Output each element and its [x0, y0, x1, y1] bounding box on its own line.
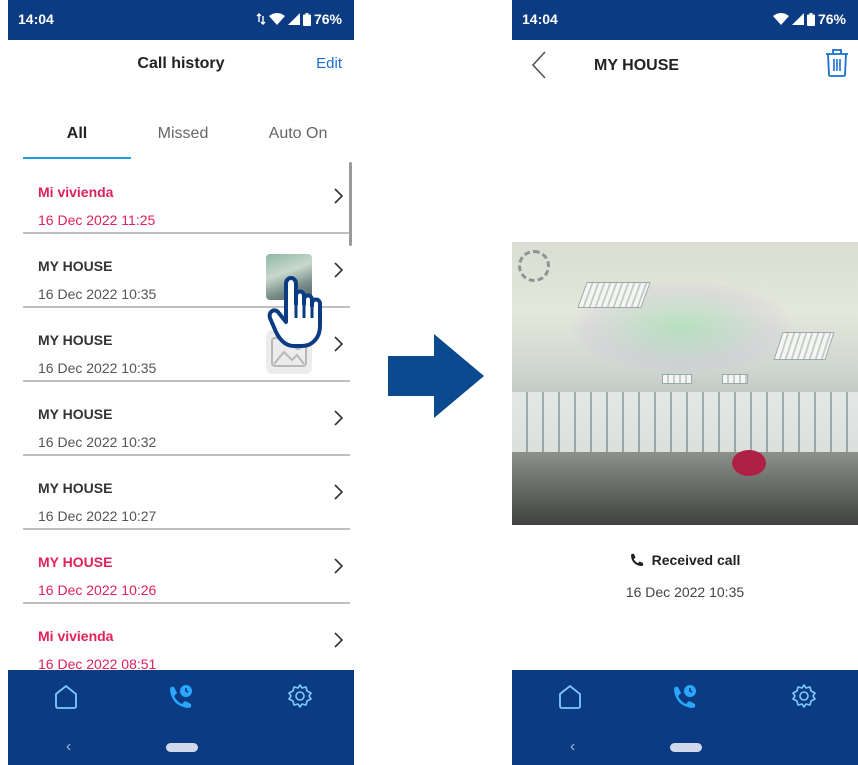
status-icons: 76% — [256, 11, 342, 27]
tab-all[interactable]: All — [23, 125, 131, 143]
wifi-icon — [772, 12, 789, 25]
floor — [512, 452, 858, 525]
bottom-nav — [8, 670, 354, 730]
call-type: Received call — [630, 552, 741, 568]
system-back-icon[interactable]: ‹ — [570, 738, 575, 756]
call-date: 16 Dec 2022 10:27 — [38, 508, 157, 524]
chevron-right-icon — [334, 632, 344, 648]
flowers — [732, 450, 766, 476]
chevron-right-icon — [334, 484, 344, 500]
settings-icon[interactable] — [792, 684, 816, 708]
call-date: 16 Dec 2022 10:35 — [38, 286, 157, 302]
list-item[interactable]: MY HOUSE 16 Dec 2022 10:32 — [8, 382, 354, 456]
home-icon[interactable] — [54, 684, 78, 710]
back-icon[interactable] — [530, 50, 548, 80]
call-date: 16 Dec 2022 10:35 — [625, 584, 745, 600]
list-item[interactable]: Mi vivienda 16 Dec 2022 11:25 — [8, 160, 354, 234]
scrollbar[interactable] — [349, 162, 352, 246]
video-snapshot — [512, 242, 858, 525]
call-history-icon[interactable] — [166, 684, 194, 710]
signal-icon — [791, 13, 804, 25]
call-date: 16 Dec 2022 10:35 — [38, 360, 157, 376]
call-name: MY HOUSE — [38, 480, 113, 496]
call-history-icon[interactable] — [670, 684, 698, 710]
wifi-icon — [268, 12, 285, 25]
call-detail-screen: 14:04 76% MY HOUSE Received call 16 Dec … — [512, 0, 858, 765]
list-item[interactable]: Mi vivienda 16 Dec 2022 08:51 — [8, 604, 354, 670]
page-title: MY HOUSE — [594, 57, 680, 74]
system-nav-bar: ‹ — [512, 730, 858, 765]
call-list: Mi vivienda 16 Dec 2022 11:25 MY HOUSE 1… — [8, 160, 354, 670]
call-type-label: Received call — [651, 552, 741, 568]
battery-percent: 76% — [817, 11, 846, 27]
system-nav-bar: ‹ — [8, 730, 354, 765]
call-date: 16 Dec 2022 10:32 — [38, 434, 157, 450]
list-item[interactable]: MY HOUSE 16 Dec 2022 10:26 — [8, 530, 354, 604]
transition-arrow-icon — [388, 334, 484, 418]
phone-icon — [630, 553, 643, 566]
call-name: Mi vivienda — [38, 184, 114, 200]
battery-percent: 76% — [313, 11, 342, 27]
trash-icon[interactable] — [824, 48, 850, 78]
list-item[interactable]: MY HOUSE 16 Dec 2022 10:27 — [8, 456, 354, 530]
chevron-right-icon — [334, 188, 344, 204]
call-date: 16 Dec 2022 10:26 — [38, 582, 157, 598]
system-home-pill[interactable] — [670, 743, 702, 752]
call-name: MY HOUSE — [38, 554, 113, 570]
ceiling-light — [722, 374, 748, 384]
bottom-nav — [512, 670, 858, 730]
window-band — [512, 392, 858, 452]
chevron-right-icon — [334, 410, 344, 426]
chevron-right-icon — [334, 262, 344, 278]
settings-icon[interactable] — [288, 684, 312, 708]
system-back-icon[interactable]: ‹ — [66, 738, 71, 756]
call-date: 16 Dec 2022 11:25 — [38, 212, 156, 228]
battery-icon — [806, 12, 815, 26]
chevron-right-icon — [334, 336, 344, 352]
system-home-pill[interactable] — [166, 743, 198, 752]
call-info: Received call 16 Dec 2022 10:35 — [512, 552, 858, 600]
edit-button[interactable]: Edit — [316, 55, 342, 72]
signal-icon — [287, 13, 300, 25]
ceiling-light — [662, 374, 692, 384]
page-title: Call history — [137, 55, 225, 72]
ceiling-light — [773, 332, 835, 360]
tab-auto-on[interactable]: Auto On — [248, 125, 348, 143]
status-time: 14:04 — [18, 11, 54, 27]
status-bar: 14:04 76% — [512, 0, 858, 40]
tap-hand-icon — [267, 276, 322, 348]
tab-missed[interactable]: Missed — [138, 125, 228, 143]
data-arrows-icon — [256, 13, 266, 25]
call-history-screen: 14:04 76% Call history Edit All Missed A… — [8, 0, 354, 765]
call-name: Mi vivienda — [38, 628, 114, 644]
call-name: MY HOUSE — [38, 332, 113, 348]
call-date: 16 Dec 2022 08:51 — [38, 656, 157, 670]
call-name: MY HOUSE — [38, 406, 113, 422]
battery-icon — [302, 12, 311, 26]
active-tab-indicator — [23, 157, 131, 159]
status-icons: 76% — [772, 11, 846, 27]
status-time: 14:04 — [522, 11, 558, 27]
status-bar: 14:04 76% — [8, 0, 354, 40]
chevron-right-icon — [334, 558, 344, 574]
home-icon[interactable] — [558, 684, 582, 710]
filter-tabs: All Missed Auto On — [8, 125, 354, 159]
call-name: MY HOUSE — [38, 258, 113, 274]
ceiling-light — [577, 282, 651, 308]
loading-spinner-icon — [518, 250, 550, 282]
